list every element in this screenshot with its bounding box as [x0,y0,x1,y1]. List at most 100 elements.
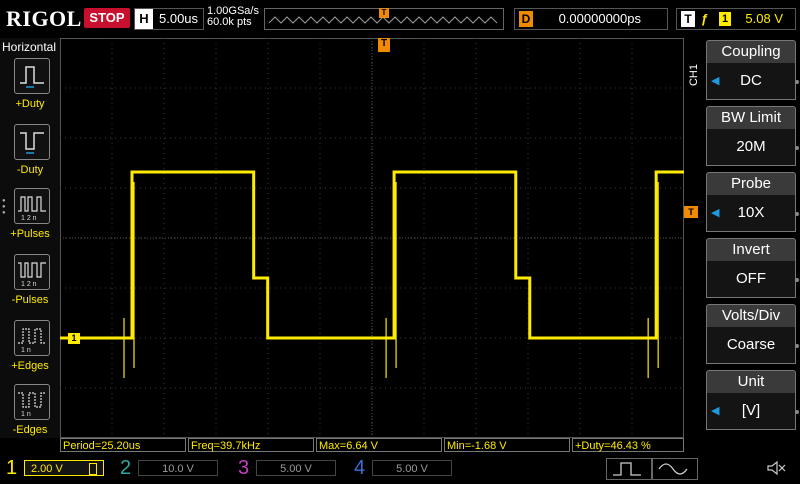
ch4-number[interactable]: 4 [354,456,365,480]
edge-index-text: 1 n [21,411,31,418]
trigger-level-marker-label: T [688,207,694,217]
menu-bw-limit-button[interactable]: 20M [706,129,796,166]
memory-depth: 60.0k pts [207,16,252,28]
neg-edges-label: -Edges [12,424,48,436]
brand-logo: RIGOL [6,6,82,31]
pos-pulses-button[interactable]: 1 2 n [14,188,50,224]
rising-edge-icon: ƒ [701,11,709,26]
math-square-button[interactable] [606,458,652,480]
menu-probe-label: Probe [706,172,796,196]
delay-box[interactable]: D 0.00000000ps [514,8,668,30]
ch2-number[interactable]: 2 [120,456,131,480]
pulse-index-text: 1 2 n [21,281,37,288]
pulse-index-text: 1 2 n [21,215,37,222]
square-wave-icon [613,462,641,476]
run-stop-status[interactable]: STOP [84,8,130,28]
softkey-indicator [795,278,799,282]
measure-period[interactable]: Period=25.20us [60,438,186,452]
memory-window-overview: T [264,8,504,30]
menu-coupling-button[interactable]: ◀ DC [706,63,796,100]
panel-title: Horizontal [2,40,57,54]
ch1-scale-value: 2.00 V [31,463,63,475]
pos-duty-label: +Duty [15,98,45,110]
top-status-bar: RIGOL STOP H 5.00us 1.00GSa/s 60.0k pts … [0,0,800,38]
ch3-number[interactable]: 3 [238,456,249,480]
ch4-scale[interactable]: 5.00 V [372,460,452,476]
measure-pos-duty[interactable]: +Duty=46.43 % [572,438,684,452]
pos-duty-icon [20,66,44,88]
softkey-indicator [795,344,799,348]
menu-bw-limit-label: BW Limit [706,106,796,130]
measure-min[interactable]: Min=-1.68 V [444,438,570,452]
speaker-glyph [767,460,786,476]
menu-coupling-value: DC [740,72,762,89]
rotate-knob-icon: ◀ [711,75,720,87]
neg-edges-button[interactable]: 1 n [14,384,50,420]
ch1-number[interactable]: 1 [6,456,17,480]
trigger-time-marker[interactable]: T [378,38,390,52]
rotate-knob-icon: ◀ [711,405,720,417]
trigger-source: 1 [719,12,731,26]
trigger-time-marker-label: T [380,38,388,49]
menu-unit-value: [V] [741,402,761,419]
acquisition-info: 1.00GSa/s 60.0k pts [207,6,259,28]
trigger-level-marker[interactable]: T [684,206,698,218]
speaker-mute-icon[interactable] [764,458,788,478]
softkey-indicator [795,212,799,216]
neg-duty-icon [20,132,44,154]
timebase-box[interactable]: H 5.00us [134,8,204,30]
neg-pulses-icon: 1 2 n [18,262,46,288]
trigger-box[interactable]: T ƒ 1 5.08 V [676,8,796,30]
menu-probe-button[interactable]: ◀ 10X [706,195,796,232]
sine-wave-icon [658,463,688,475]
pos-duty-button[interactable] [14,58,50,94]
trigger-position-marker: T [379,8,389,18]
softkey-indicator [795,146,799,150]
neg-pulses-label: -Pulses [11,294,49,306]
timebase-value: 5.00us [159,11,199,26]
ch1-scale[interactable]: 2.00 V [24,460,104,476]
timebase-label: H [135,9,153,29]
menu-invert-value: OFF [736,270,766,287]
pos-edges-icon: 1 n [18,328,46,354]
trigger-label: T [681,11,695,27]
ch2-scale[interactable]: 10.0 V [138,460,218,476]
menu-volts-div-label: Volts/Div [706,304,796,328]
menu-unit-button[interactable]: ◀ [V] [706,393,796,430]
delay-value: 0.00000000ps [558,11,641,26]
menu-volts-div-value: Coarse [726,336,776,353]
graticule [60,38,794,438]
menu-probe-value: 10X [737,204,765,221]
menu-unit-label: Unit [706,370,796,394]
trigger-level: 5.08 V [745,11,783,26]
ch3-scale[interactable]: 5.00 V [256,460,336,476]
horizontal-measure-panel: Horizontal +Duty -Duty ● ● ● 1 2 n +Pulses… [0,38,60,438]
delay-label: D [519,11,533,27]
softkey-indicator [795,410,799,414]
math-sine-button[interactable] [652,458,698,480]
neg-duty-button[interactable] [14,124,50,160]
measure-max[interactable]: Max=6.64 V [316,438,442,452]
dc-coupling-icon [89,463,97,475]
menu-invert-label: Invert [706,238,796,262]
pos-pulses-icon: 1 2 n [18,196,46,222]
neg-duty-label: -Duty [16,164,44,176]
waveform-display[interactable] [60,38,794,438]
edge-index-text: 1 n [21,347,31,354]
page-dots: ● ● ● [2,198,6,216]
pos-pulses-label: +Pulses [10,228,50,240]
ch1-offset-marker[interactable]: 1 [68,333,80,344]
ch1-offset-marker-label: 1 [71,333,77,343]
measure-freq[interactable]: Freq=39.7kHz [188,438,314,452]
pos-edges-button[interactable]: 1 n [14,320,50,356]
rotate-knob-icon: ◀ [711,207,720,219]
pos-edges-label: +Edges [11,360,49,372]
menu-volts-div-button[interactable]: Coarse [706,327,796,364]
menu-bw-limit-value: 20M [736,138,766,155]
menu-invert-button[interactable]: OFF [706,261,796,298]
neg-edges-icon: 1 n [18,392,46,418]
softkey-indicator [795,80,799,84]
neg-pulses-button[interactable]: 1 2 n [14,254,50,290]
menu-coupling-label: Coupling [706,40,796,64]
menu-channel-tag: CH1 [688,64,700,87]
